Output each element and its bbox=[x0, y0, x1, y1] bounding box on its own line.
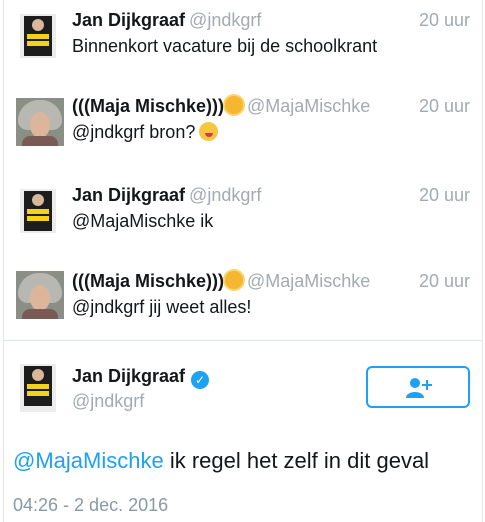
tweet-time: 20 uur bbox=[418, 185, 470, 205]
tweet-author-name[interactable]: (((Maja Mischke))) bbox=[72, 271, 224, 291]
tweet-text: Binnenkort vacature bij de schoolkrant bbox=[72, 36, 378, 56]
tweet-author-handle[interactable]: @MajaMischke bbox=[247, 271, 370, 291]
detail-avatar[interactable] bbox=[20, 364, 56, 412]
detail-author-name[interactable]: Jan Dijkgraaf ✓ bbox=[72, 366, 210, 389]
avatar[interactable] bbox=[16, 271, 64, 319]
tweet-text: @jndkgrf jij weet alles! bbox=[72, 297, 252, 317]
follow-button[interactable] bbox=[366, 366, 470, 408]
tweet-author-handle[interactable]: @jndkgrf bbox=[189, 185, 261, 205]
tweet-text: @jndkgrf bron? bbox=[72, 122, 219, 143]
avatar[interactable] bbox=[20, 189, 56, 233]
sun-emoji-icon bbox=[225, 96, 244, 114]
tweet-author-name[interactable]: Jan Dijkgraaf bbox=[72, 10, 185, 30]
divider bbox=[4, 340, 482, 341]
detail-tweet-text: @MajaMischke ik regel het zelf in dit ge… bbox=[13, 448, 430, 473]
tweet-2[interactable]: (((Maja Mischke))) @MajaMischke 20 uur @j… bbox=[4, 96, 482, 166]
tweet-author-handle[interactable]: @jndkgrf bbox=[189, 10, 261, 30]
winking-tongue-emoji-icon bbox=[199, 122, 219, 141]
tweet-text: @MajaMischke ik bbox=[72, 211, 214, 231]
tweet-time: 20 uur bbox=[418, 96, 470, 116]
tweet-3[interactable]: Jan Dijkgraaf @jndkgrf 20 uur @MajaMischk… bbox=[4, 185, 482, 255]
tweet-4[interactable]: (((Maja Mischke))) @MajaMischke 20 uur @j… bbox=[4, 271, 482, 341]
verified-badge-icon: ✓ bbox=[191, 371, 210, 389]
right-border bbox=[482, 0, 483, 522]
tweet-author-handle[interactable]: @MajaMischke bbox=[247, 96, 370, 116]
detail-author-handle[interactable]: @jndkgrf bbox=[72, 391, 144, 412]
tweet-author-name[interactable]: Jan Dijkgraaf bbox=[72, 185, 185, 205]
avatar[interactable] bbox=[16, 98, 64, 146]
mention-link[interactable]: @MajaMischke bbox=[13, 448, 164, 473]
sun-emoji-icon bbox=[225, 271, 244, 289]
tweet-1[interactable]: Jan Dijkgraaf @jndkgrf 20 uur Binnenkort … bbox=[4, 10, 482, 80]
tweet-time: 20 uur bbox=[418, 10, 470, 30]
avatar[interactable] bbox=[20, 14, 56, 58]
tweet-time: 20 uur bbox=[418, 271, 470, 291]
add-person-icon bbox=[406, 378, 432, 398]
tweet-author-name[interactable]: (((Maja Mischke))) bbox=[72, 96, 224, 116]
detail-timestamp[interactable]: 04:26 - 2 dec. 2016 bbox=[13, 495, 168, 516]
